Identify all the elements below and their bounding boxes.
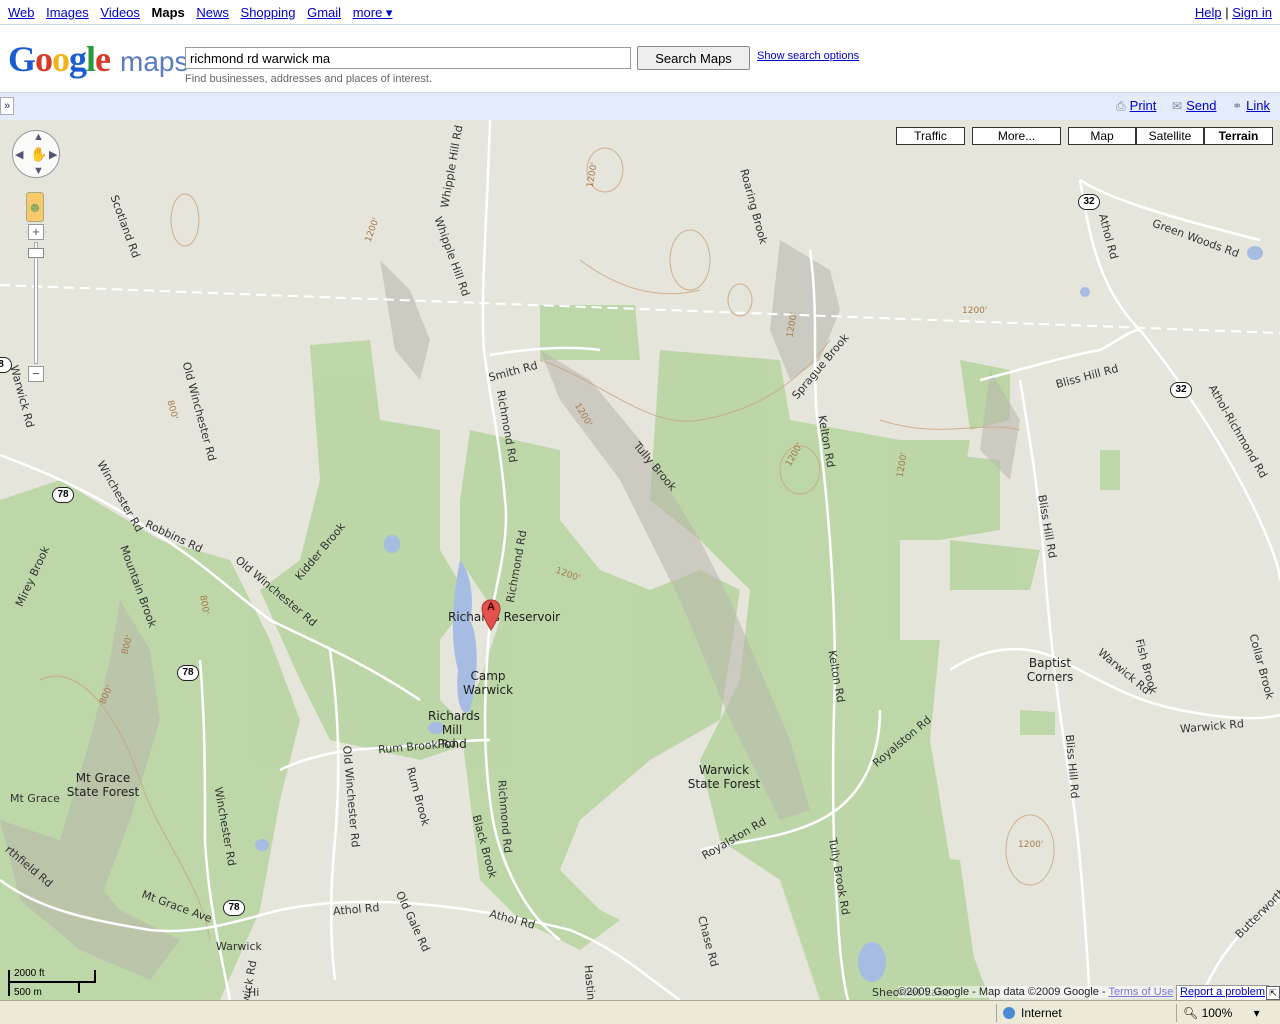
place-label: Warwick State Forest — [687, 763, 761, 791]
chevron-down-icon[interactable]: ▾ — [1254, 1006, 1260, 1020]
nav-gmail[interactable]: Gmail — [307, 5, 341, 20]
scale-bar: 2000 ft 500 m — [8, 968, 98, 998]
scale-tick-right-m — [78, 981, 80, 993]
route-shield: 78 — [177, 665, 199, 681]
google-maps-logo[interactable]: Google maps — [8, 38, 189, 79]
send-icon: ✉ — [1172, 99, 1183, 113]
report-problem-link[interactable]: Report a problem — [1176, 985, 1269, 1000]
route-shield: 78 — [52, 487, 74, 503]
hand-pan-icon[interactable]: ✋ — [30, 146, 47, 163]
zoom-magnifier-icon: 🔍︎ — [1183, 1006, 1199, 1020]
nav-separator: | — [1225, 5, 1229, 20]
scale-tick-right-ft — [94, 970, 96, 982]
terrain-layer — [0, 120, 1280, 1000]
maps-logo-text: maps — [120, 46, 189, 77]
search-hint: Find businesses, addresses and places of… — [185, 73, 433, 85]
top-divider — [0, 24, 1280, 25]
zoom-out-button[interactable]: − — [28, 366, 44, 382]
pan-up-icon[interactable]: ▲ — [33, 131, 44, 143]
help-link[interactable]: Help — [1195, 5, 1222, 20]
top-navigation: Web Images Videos Maps News Shopping Gma… — [0, 0, 1280, 24]
nav-more[interactable]: more ▾ — [353, 5, 393, 20]
map-type-map-button[interactable]: Map — [1068, 127, 1136, 145]
scale-tick-left — [8, 970, 10, 996]
link-link[interactable]: Link — [1246, 98, 1270, 113]
marker-label: A — [487, 601, 495, 613]
zoom-slider-thumb[interactable] — [28, 248, 44, 258]
nav-maps-current: Maps — [151, 5, 185, 20]
pan-down-icon[interactable]: ▼ — [33, 165, 44, 177]
route-shield: 32 — [1170, 382, 1192, 398]
nav-videos[interactable]: Videos — [100, 5, 140, 20]
browser-status-bar: Internet 🔍︎ 100% ▾ — [0, 1000, 1280, 1024]
zone-label: Internet — [1021, 1006, 1062, 1020]
more-layers-button[interactable]: More... — [972, 127, 1061, 145]
zoom-slider-track[interactable] — [34, 242, 38, 364]
globe-icon — [1003, 1007, 1015, 1019]
terms-of-use-link[interactable]: Terms of Use — [1108, 986, 1173, 998]
scale-line — [8, 981, 96, 983]
copyright-text: ©2009 Google - Map data ©2009 Google - — [898, 986, 1109, 998]
scale-feet: 2000 ft — [14, 968, 45, 979]
place-label: Warwick — [216, 940, 262, 953]
nav-shopping[interactable]: Shopping — [241, 5, 296, 20]
route-shield: 32 — [1078, 194, 1100, 210]
print-link[interactable]: Print — [1130, 98, 1157, 113]
map-label: Hi — [248, 986, 260, 999]
contour-label: 1200' — [962, 306, 988, 316]
search-maps-button[interactable]: Search Maps — [637, 46, 750, 70]
search-input[interactable] — [185, 47, 631, 69]
pan-right-icon[interactable]: ▶ — [49, 148, 57, 161]
map-canvas[interactable]: Scotland Rd Whipple Hill Rd Whipple Hill… — [0, 120, 1280, 1000]
map-type-terrain-button[interactable]: Terrain — [1204, 127, 1273, 145]
nav-images[interactable]: Images — [46, 5, 89, 20]
location-marker-a[interactable]: A — [481, 599, 501, 631]
link-icon: ⚭ — [1232, 99, 1243, 113]
place-label: Baptist Corners — [1026, 656, 1074, 684]
print-icon: ⎙ — [1116, 99, 1126, 113]
nav-web[interactable]: Web — [8, 5, 35, 20]
map-type-satellite-button[interactable]: Satellite — [1136, 127, 1204, 145]
contour-label: 1200' — [1018, 840, 1044, 850]
pan-control[interactable]: ▲ ▼ ◀ ▶ ✋ — [12, 130, 60, 178]
route-shield: 78 — [223, 900, 245, 916]
signin-link[interactable]: Sign in — [1232, 5, 1272, 20]
pan-left-icon[interactable]: ◀ — [15, 148, 23, 161]
map-toolbar: » ⎙ Print ✉ Send ⚭ Link — [0, 92, 1280, 120]
show-search-options-link[interactable]: Show search options — [757, 50, 859, 62]
traffic-button[interactable]: Traffic — [896, 127, 965, 145]
expand-panel-button[interactable]: » — [0, 97, 14, 115]
nav-news[interactable]: News — [196, 5, 229, 20]
google-logo-text: Google — [8, 39, 111, 79]
street-view-pegman-icon[interactable]: ☻ — [26, 192, 44, 222]
scale-meters: 500 m — [14, 987, 42, 998]
zoom-value: 100% — [1201, 1006, 1233, 1020]
map-label: Mt Grace — [10, 792, 60, 805]
zoom-in-button[interactable]: + — [28, 224, 44, 240]
place-label: Camp Warwick — [462, 669, 514, 697]
overview-toggle-icon[interactable]: ⇱ — [1266, 986, 1280, 1000]
security-zone: Internet — [996, 1004, 1172, 1022]
send-link[interactable]: Send — [1186, 98, 1216, 113]
place-label: Mt Grace State Forest — [66, 771, 140, 799]
zoom-level[interactable]: 🔍︎ 100% ▾ — [1176, 1004, 1276, 1022]
map-copyright: ©2009 Google - Map data ©2009 Google - T… — [898, 986, 1174, 998]
